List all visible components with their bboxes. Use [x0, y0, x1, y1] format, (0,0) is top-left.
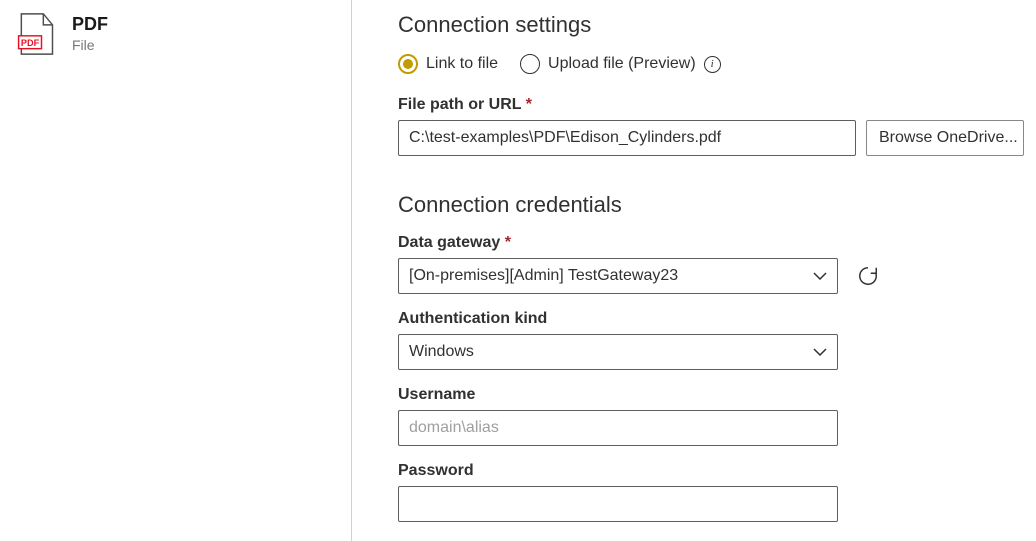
radio-selected-icon	[398, 54, 418, 74]
authkind-label: Authentication kind	[398, 310, 1024, 328]
pdf-file-icon: PDF	[16, 12, 56, 56]
connector-title: PDF	[72, 14, 108, 36]
authkind-select[interactable]: Windows	[398, 334, 838, 370]
gateway-label: Data gateway *	[398, 234, 1024, 252]
settings-heading: Connection settings	[398, 12, 1024, 38]
radio-link-to-file[interactable]: Link to file	[398, 54, 498, 74]
username-input[interactable]	[398, 410, 838, 446]
chevron-down-icon	[813, 267, 827, 285]
required-star: *	[505, 234, 511, 251]
radio-upload-file[interactable]: Upload file (Preview) i	[520, 54, 721, 74]
right-panel: Connection settings Link to file Upload …	[352, 0, 1036, 541]
gateway-select-value: [On-premises][Admin] TestGateway23	[409, 267, 678, 285]
browse-onedrive-button[interactable]: Browse OneDrive...	[866, 120, 1024, 156]
radio-unselected-icon	[520, 54, 540, 74]
left-panel: PDF PDF File	[0, 0, 352, 541]
filepath-input[interactable]	[398, 120, 856, 156]
chevron-down-icon	[813, 343, 827, 361]
username-label: Username	[398, 386, 1024, 404]
connector-subtitle: File	[72, 36, 108, 54]
required-star: *	[526, 96, 532, 113]
credentials-heading: Connection credentials	[398, 192, 1024, 218]
radio-upload-label: Upload file (Preview)	[548, 55, 696, 73]
radio-link-label: Link to file	[426, 55, 498, 73]
svg-text:PDF: PDF	[21, 38, 40, 48]
refresh-icon	[857, 265, 879, 287]
refresh-gateway-button[interactable]	[854, 262, 882, 290]
password-input[interactable]	[398, 486, 838, 522]
info-icon[interactable]: i	[704, 56, 721, 73]
filepath-label: File path or URL *	[398, 96, 1024, 114]
authkind-select-value: Windows	[409, 343, 474, 361]
connection-mode-radio-group: Link to file Upload file (Preview) i	[398, 54, 1024, 74]
password-label: Password	[398, 462, 1024, 480]
gateway-select[interactable]: [On-premises][Admin] TestGateway23	[398, 258, 838, 294]
